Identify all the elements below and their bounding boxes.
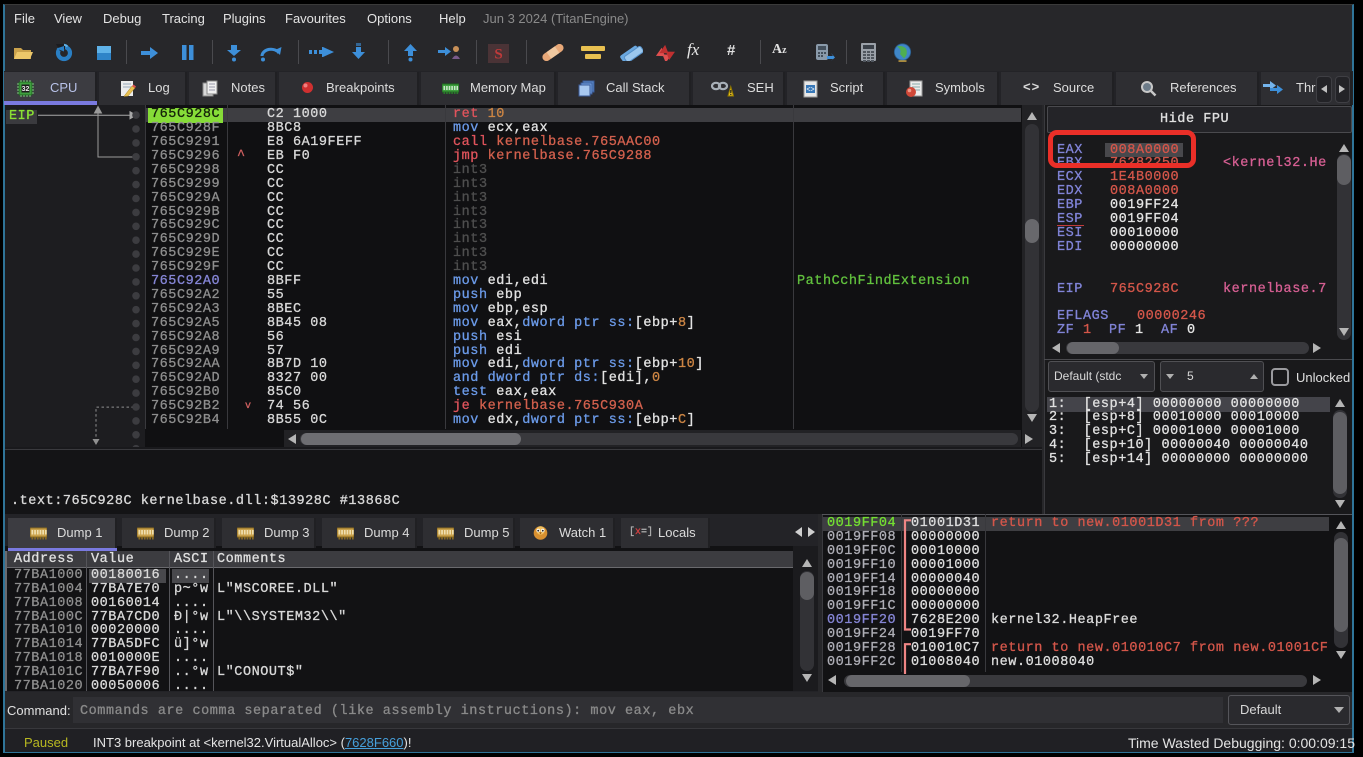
svg-text:<>: <> xyxy=(806,87,814,94)
svg-text:S: S xyxy=(494,47,502,63)
svg-text:32: 32 xyxy=(22,86,30,93)
